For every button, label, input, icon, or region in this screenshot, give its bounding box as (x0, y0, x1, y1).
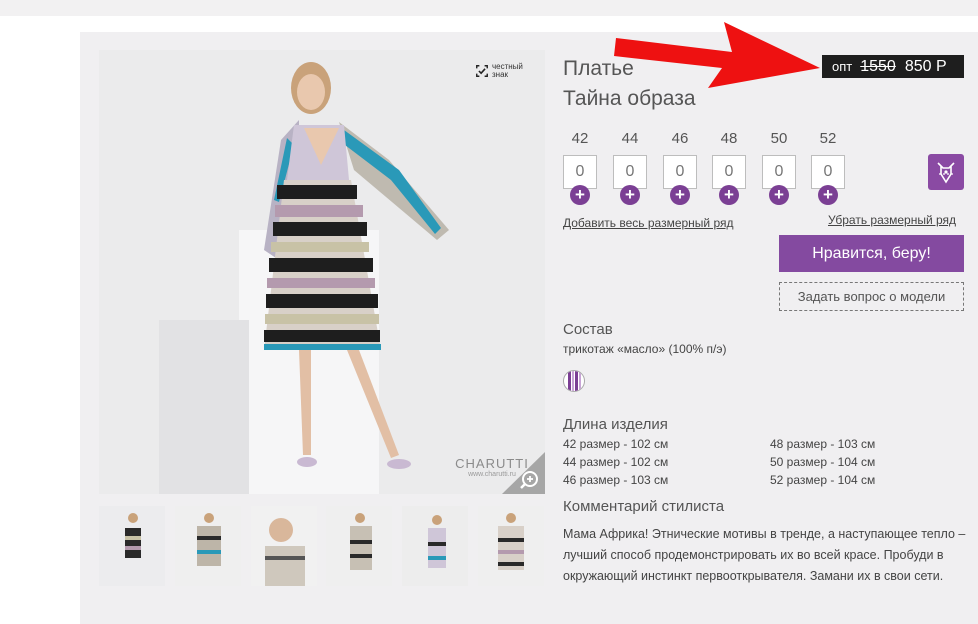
quantity-plus-button[interactable]: + (670, 185, 690, 205)
stylist-comment-text: Мама Африка! Этнические мотивы в тренде,… (563, 527, 966, 583)
length-row: 46 размер - 103 см (563, 473, 669, 487)
thumbnail-3[interactable] (251, 506, 317, 586)
length-row: 48 размер - 103 см (770, 437, 876, 451)
length-row: 42 размер - 102 см (563, 437, 669, 451)
size-column-46: 46 0 + (663, 130, 697, 205)
quantity-input[interactable]: 0 (613, 155, 647, 189)
price-label: опт (832, 59, 853, 74)
size-label: 48 (720, 130, 738, 147)
price-badge: опт 1550 850 Р (822, 55, 964, 78)
quantity-plus-button[interactable]: + (620, 185, 640, 205)
stylist-comment-title: Комментарий стилиста (563, 498, 725, 515)
quantity-input[interactable]: 0 (762, 155, 796, 189)
quantity-plus-button[interactable]: + (719, 185, 739, 205)
composition-title: Состав (563, 321, 613, 338)
length-row: 52 размер - 104 см (770, 473, 876, 487)
size-column-44: 44 0 + (613, 130, 647, 205)
remove-all-sizes-link[interactable]: Убрать размерный ряд (828, 213, 956, 227)
size-label: 46 (671, 130, 689, 147)
top-bar (0, 0, 978, 16)
main-product-image[interactable] (99, 50, 545, 494)
quantity-input[interactable]: 0 (811, 155, 845, 189)
quantity-plus-button[interactable]: + (818, 185, 838, 205)
size-label: 52 (819, 130, 837, 147)
quantity-input[interactable]: 0 (663, 155, 697, 189)
thumbnail-5[interactable] (402, 506, 468, 586)
quantity-plus-button[interactable]: + (769, 185, 789, 205)
size-column-48: 48 0 + (712, 130, 746, 205)
thumbnail-4[interactable] (326, 506, 392, 586)
size-label: 50 (770, 130, 788, 147)
length-row: 50 размер - 104 см (770, 455, 876, 469)
honest-sign-badge: честный знак (475, 60, 535, 82)
size-label: 42 (571, 130, 589, 147)
red-arrow (614, 22, 820, 88)
body-measure-icon (937, 162, 955, 184)
honest-sign-icon (476, 65, 488, 77)
honest-sign-label: честный знак (491, 62, 523, 79)
thumbnail-2[interactable] (175, 506, 241, 586)
size-label: 44 (621, 130, 639, 147)
price-new: 850 Р (904, 57, 947, 75)
zoom-button[interactable] (502, 452, 545, 494)
length-row: 44 размер - 102 см (563, 455, 669, 469)
quantity-plus-button[interactable]: + (570, 185, 590, 205)
quantity-input[interactable]: 0 (563, 155, 597, 189)
quantity-input[interactable]: 0 (712, 155, 746, 189)
thumbnail-6[interactable] (478, 506, 544, 586)
size-column-42: 42 0 + (563, 130, 597, 205)
size-chart-button[interactable] (928, 154, 964, 190)
size-column-50: 50 0 + (762, 130, 796, 205)
size-column-52: 52 0 + (811, 130, 845, 205)
buy-button[interactable]: Нравится, беру! (779, 235, 964, 272)
composition-value: трикотаж «масло» (100% п/э) (563, 342, 727, 356)
add-all-sizes-link[interactable]: Добавить весь размерный ряд (563, 216, 734, 230)
price-old: 1550 (860, 57, 896, 75)
length-title: Длина изделия (563, 416, 668, 433)
color-swatch[interactable] (563, 370, 585, 392)
ask-question-button[interactable]: Задать вопрос о модели (779, 282, 964, 311)
thumbnail-1[interactable] (99, 506, 165, 586)
